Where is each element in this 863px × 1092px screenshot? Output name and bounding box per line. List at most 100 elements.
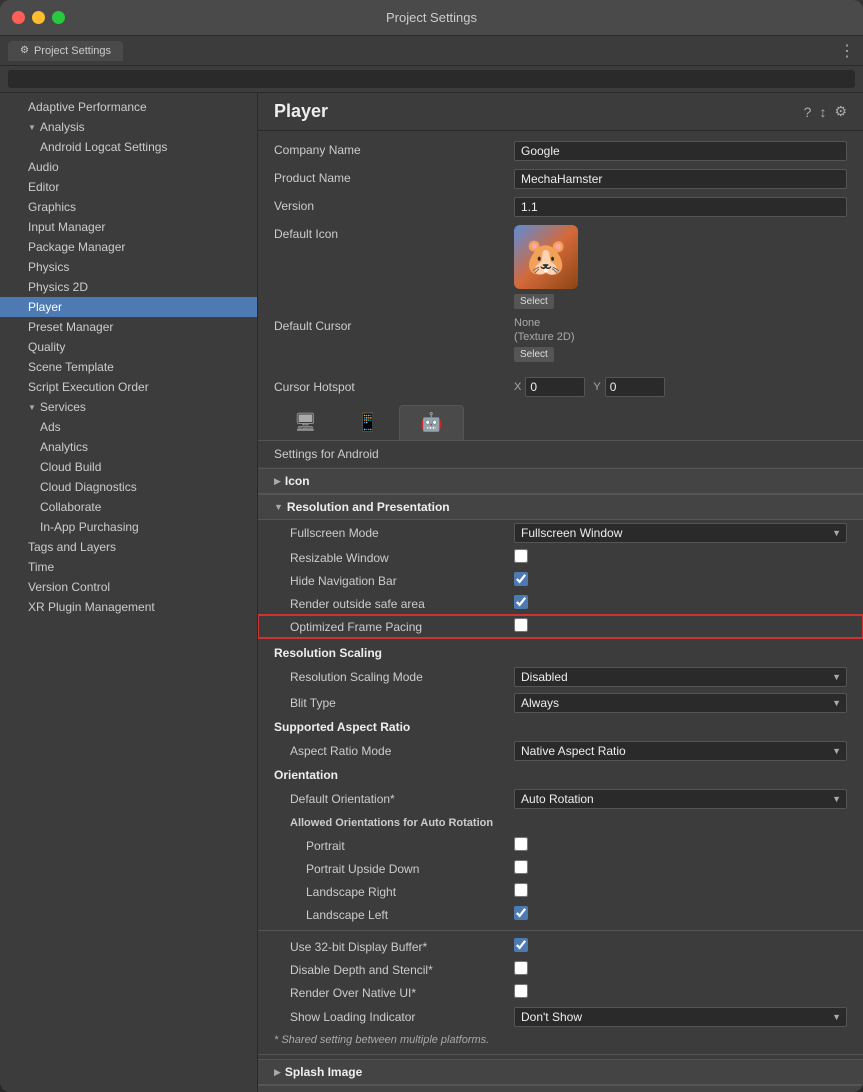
cursor-select-button[interactable]: Select xyxy=(514,347,554,362)
sidebar-item-in-app-purchasing[interactable]: In-App Purchasing xyxy=(0,517,257,537)
resizable-window-checkbox[interactable] xyxy=(514,549,528,563)
render-outside-row: Render outside safe area xyxy=(258,592,863,615)
use-32bit-checkbox[interactable] xyxy=(514,938,528,952)
landscape-right-checkbox[interactable] xyxy=(514,883,528,897)
sidebar-item-version-control[interactable]: Version Control xyxy=(0,577,257,597)
scaling-mode-select[interactable]: Disabled xyxy=(514,667,847,687)
use-32bit-value xyxy=(514,938,847,955)
disable-depth-row: Disable Depth and Stencil* xyxy=(258,958,863,981)
resolution-section-header[interactable]: ▼ Resolution and Presentation xyxy=(258,494,863,520)
sidebar-label: Collaborate xyxy=(40,500,101,514)
desktop-tab[interactable]: 🖥 xyxy=(274,405,337,440)
tab-label: Project Settings xyxy=(34,45,111,57)
hotspot-x-label: X xyxy=(514,381,521,393)
sidebar-item-services[interactable]: ▼ Services xyxy=(0,397,257,417)
hamster-icon: 🐹 xyxy=(524,236,569,278)
search-wrapper: 🔍 xyxy=(8,70,855,88)
landscape-left-checkbox[interactable] xyxy=(514,906,528,920)
close-button[interactable] xyxy=(12,11,25,24)
show-loading-value: Don't Show xyxy=(514,1007,847,1027)
portrait-upside-down-checkbox[interactable] xyxy=(514,860,528,874)
hide-nav-bar-checkbox[interactable] xyxy=(514,572,528,586)
sidebar-label: Ads xyxy=(40,420,61,434)
company-name-label: Company Name xyxy=(274,141,514,157)
sidebar-item-scene-template[interactable]: Scene Template xyxy=(0,357,257,377)
sidebar-item-graphics[interactable]: Graphics xyxy=(0,197,257,217)
orientation-label: Orientation xyxy=(274,768,514,782)
sidebar-item-editor[interactable]: Editor xyxy=(0,177,257,197)
hotspot-x-field: X xyxy=(514,377,585,397)
maximize-button[interactable] xyxy=(52,11,65,24)
sidebar-item-cloud-diagnostics[interactable]: Cloud Diagnostics xyxy=(0,477,257,497)
aspect-ratio-mode-value: Native Aspect Ratio xyxy=(514,741,847,761)
hotspot-x-input[interactable] xyxy=(525,377,585,397)
optimized-frame-row: Optimized Frame Pacing xyxy=(258,615,863,638)
sidebar-item-script-execution-order[interactable]: Script Execution Order xyxy=(0,377,257,397)
product-name-row: Product Name xyxy=(258,165,863,193)
search-input[interactable] xyxy=(8,70,855,88)
sidebar-item-android-logcat[interactable]: Android Logcat Settings xyxy=(0,137,257,157)
project-settings-tab[interactable]: ⚙ Project Settings xyxy=(8,41,123,61)
sidebar-item-player[interactable]: Player xyxy=(0,297,257,317)
resolution-scaling-row: Resolution Scaling xyxy=(258,642,863,664)
tablet-tab[interactable]: 📱 xyxy=(337,405,399,440)
render-over-native-row: Render Over Native UI* xyxy=(258,981,863,1004)
icon-section-header[interactable]: ▶ Icon xyxy=(258,468,863,494)
product-name-input[interactable] xyxy=(514,169,847,189)
render-over-native-checkbox[interactable] xyxy=(514,984,528,998)
sidebar-item-tags-and-layers[interactable]: Tags and Layers xyxy=(0,537,257,557)
optimized-frame-checkbox[interactable] xyxy=(514,618,528,632)
sidebar-item-analysis[interactable]: ▼ Analysis xyxy=(0,117,257,137)
window-controls xyxy=(12,11,65,24)
sidebar-item-adaptive-performance[interactable]: Adaptive Performance xyxy=(0,97,257,117)
show-loading-select[interactable]: Don't Show xyxy=(514,1007,847,1027)
disable-depth-checkbox[interactable] xyxy=(514,961,528,975)
fullscreen-mode-select[interactable]: Fullscreen Window xyxy=(514,523,847,543)
hotspot-y-input[interactable] xyxy=(605,377,665,397)
hotspot-y-label: Y xyxy=(593,381,600,393)
default-orientation-label: Default Orientation* xyxy=(274,792,514,806)
sidebar-item-xr-plugin-management[interactable]: XR Plugin Management xyxy=(0,597,257,617)
aspect-ratio-mode-select[interactable]: Native Aspect Ratio xyxy=(514,741,847,761)
content-area: Company Name Product Name Version xyxy=(258,131,863,1092)
hide-nav-bar-row: Hide Navigation Bar xyxy=(258,569,863,592)
settings-icon[interactable]: ⚙ xyxy=(834,103,847,120)
layout-icon[interactable]: ↕ xyxy=(819,104,826,120)
default-orientation-select[interactable]: Auto Rotation xyxy=(514,789,847,809)
icon-select-button[interactable]: Select xyxy=(514,294,554,309)
sidebar-item-physics[interactable]: Physics xyxy=(0,257,257,277)
sidebar-item-physics-2d[interactable]: Physics 2D xyxy=(0,277,257,297)
minimize-button[interactable] xyxy=(32,11,45,24)
company-name-input[interactable] xyxy=(514,141,847,161)
aspect-ratio-mode-label: Aspect Ratio Mode xyxy=(274,744,514,758)
cursor-hotspot-label: Cursor Hotspot xyxy=(274,380,514,394)
version-value xyxy=(514,197,847,217)
splash-image-section[interactable]: ▶ Splash Image xyxy=(258,1059,863,1085)
sidebar-item-ads[interactable]: Ads xyxy=(0,417,257,437)
sidebar-item-preset-manager[interactable]: Preset Manager xyxy=(0,317,257,337)
sidebar-item-cloud-build[interactable]: Cloud Build xyxy=(0,457,257,477)
other-settings-section[interactable]: ▶ Other Settings xyxy=(258,1085,863,1092)
blit-type-select[interactable]: Always xyxy=(514,693,847,713)
version-input[interactable] xyxy=(514,197,847,217)
sidebar-item-time[interactable]: Time xyxy=(0,557,257,577)
sidebar-item-quality[interactable]: Quality xyxy=(0,337,257,357)
window-title: Project Settings xyxy=(386,10,477,25)
sidebar-item-package-manager[interactable]: Package Manager xyxy=(0,237,257,257)
render-outside-label: Render outside safe area xyxy=(274,597,514,611)
allowed-orientations-row: Allowed Orientations for Auto Rotation xyxy=(258,812,863,834)
sidebar-item-audio[interactable]: Audio xyxy=(0,157,257,177)
more-tabs-button[interactable]: ⋮ xyxy=(839,41,855,61)
android-tab[interactable]: 🤖 xyxy=(399,405,463,440)
sidebar-item-collaborate[interactable]: Collaborate xyxy=(0,497,257,517)
portrait-checkbox[interactable] xyxy=(514,837,528,851)
sidebar-item-input-manager[interactable]: Input Manager xyxy=(0,217,257,237)
help-icon[interactable]: ? xyxy=(804,104,812,120)
sidebar-item-analytics[interactable]: Analytics xyxy=(0,437,257,457)
divider-2 xyxy=(258,1054,863,1055)
landscape-left-row: Landscape Left xyxy=(258,903,863,926)
optimized-frame-label: Optimized Frame Pacing xyxy=(274,620,514,634)
android-icon: 🤖 xyxy=(420,412,442,433)
render-outside-checkbox[interactable] xyxy=(514,595,528,609)
default-cursor-label: Default Cursor xyxy=(274,317,514,333)
